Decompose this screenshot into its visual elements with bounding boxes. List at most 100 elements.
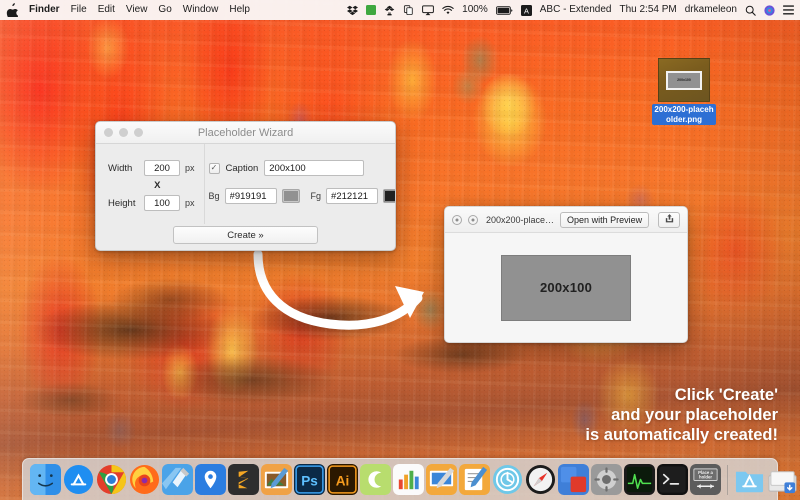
dock-item-terminal[interactable]	[657, 464, 688, 495]
menu-go[interactable]: Go	[158, 0, 171, 20]
preview-canvas: 200x100	[445, 233, 687, 342]
green-square-icon[interactable]	[366, 5, 377, 15]
dock-item-photoshop[interactable]: Ps	[294, 464, 325, 495]
wizard-title-bar[interactable]: Placeholder Wizard	[96, 122, 395, 144]
svg-text:Ps: Ps	[301, 473, 318, 488]
menu-edit[interactable]: Edit	[98, 0, 115, 20]
placeholder-wizard-window[interactable]: Placeholder Wizard Width px X Height px	[95, 121, 396, 251]
wizard-column-divider	[204, 144, 205, 224]
desktop-file-label: 200x200-placeholder.png	[652, 104, 716, 125]
wifi-icon[interactable]	[442, 5, 454, 16]
battery-percent-label: 100%	[462, 4, 488, 15]
height-unit-label: px	[185, 198, 195, 208]
height-input[interactable]	[144, 195, 180, 211]
share-button[interactable]	[658, 211, 680, 228]
width-input[interactable]	[144, 160, 180, 176]
dock-item-activity-monitor[interactable]	[624, 464, 655, 495]
width-label: Width	[108, 162, 133, 174]
apple-logo-icon[interactable]	[6, 3, 18, 17]
menu-bar-clock[interactable]: Thu 2:54 PM	[619, 0, 676, 20]
svg-text:Ai: Ai	[336, 473, 350, 488]
preview-close-icon[interactable]	[452, 214, 462, 225]
dock-item-pages[interactable]	[459, 464, 490, 495]
caption-input[interactable]	[264, 160, 365, 176]
svg-text:A: A	[524, 6, 529, 15]
image-preview-window[interactable]: 200x200-place… Open with Preview 200x100	[444, 206, 688, 343]
siri-icon[interactable]	[764, 4, 775, 16]
dock-item-place-a-holder[interactable]: Place a holder	[690, 464, 721, 495]
dock-item-maps[interactable]	[195, 464, 226, 495]
caption-checkbox[interactable]: ✓	[208, 162, 220, 174]
dock: Ps Ai Place a holder	[22, 458, 797, 500]
menu-bar-username[interactable]: drkameleon	[685, 0, 737, 20]
menu-bar-status-area: 100% A ABC - Extended Thu 2:54 PM drkame…	[347, 0, 794, 20]
generated-placeholder-image: 200x100	[501, 254, 631, 321]
dock-stack-applications-folder[interactable]	[734, 464, 765, 495]
promo-caption: Click 'Create' and your placeholder is a…	[585, 385, 778, 445]
wizard-footer: Create »	[96, 226, 395, 244]
copy-icon[interactable]	[403, 4, 414, 16]
menu-finder[interactable]: Finder	[29, 0, 60, 20]
dock-item-google-chrome[interactable]	[96, 464, 127, 495]
dropbox-icon[interactable]	[347, 5, 359, 16]
dock-item-finder[interactable]	[30, 464, 61, 495]
menu-window[interactable]: Window	[183, 0, 219, 20]
airplay-icon[interactable]	[422, 4, 435, 16]
dock-item-time-machine[interactable]	[492, 464, 523, 495]
preview-filename-label: 200x200-place…	[486, 214, 555, 225]
dock-item-cleanmymac[interactable]	[360, 464, 391, 495]
desktop-screen: Finder File Edit View Go Window Help 100…	[0, 0, 800, 500]
dock-separator	[727, 464, 728, 495]
menu-bar: Finder File Edit View Go Window Help 100…	[0, 0, 800, 20]
dock-item-keynote[interactable]	[426, 464, 457, 495]
dock-item-screen-sharing[interactable]	[558, 464, 589, 495]
wizard-window-title: Placeholder Wizard	[197, 126, 294, 139]
thumbnail-placeholder-image: 200x100	[666, 70, 702, 90]
input-source-label: ABC - Extended	[539, 4, 612, 15]
svg-text:holder: holder	[699, 475, 712, 480]
bg-color-swatch[interactable]	[281, 189, 300, 203]
bg-label: Bg	[208, 191, 220, 201]
dock-item-illustrator[interactable]: Ai	[327, 464, 358, 495]
dock-item-firefox[interactable]	[129, 464, 160, 495]
caption-row: ✓ Caption	[208, 160, 395, 176]
dock-item-sublime-text[interactable]	[228, 464, 259, 495]
open-with-preview-button[interactable]: Open with Preview	[560, 211, 650, 228]
desktop-file-thumbnail: 200x100	[658, 58, 710, 102]
battery-icon[interactable]	[495, 5, 513, 15]
dock-item-numbers[interactable]	[393, 464, 424, 495]
share-icon	[664, 212, 675, 227]
bg-hex-input[interactable]	[224, 188, 277, 204]
menu-file[interactable]: File	[71, 0, 87, 20]
height-label: Height	[108, 197, 136, 209]
color-row: Bg Fg	[208, 188, 395, 204]
notification-center-icon[interactable]	[783, 5, 794, 15]
width-field-row: Width px	[108, 160, 195, 176]
create-button[interactable]: Create »	[173, 226, 318, 244]
keyboard-input-icon[interactable]: A	[520, 4, 532, 16]
menu-help[interactable]: Help	[229, 0, 250, 20]
promo-line-3: is automatically created!	[585, 426, 778, 444]
desktop-file-icon[interactable]: 200x100 200x200-placeholder.png	[652, 58, 716, 127]
width-unit-label: px	[185, 163, 195, 173]
dimension-multiply-symbol: X	[154, 180, 161, 191]
dock-stack-downloads[interactable]	[767, 464, 798, 495]
dock-item-xcode[interactable]	[162, 464, 193, 495]
dock-item-safari[interactable]	[525, 464, 556, 495]
height-field-row: Height px	[108, 195, 195, 211]
caption-label: Caption	[225, 162, 259, 174]
menu-bar-left: Finder File Edit View Go Window Help	[6, 0, 250, 20]
fg-hex-input[interactable]	[326, 188, 379, 204]
dock-item-pixelmator[interactable]	[261, 464, 292, 495]
fg-color-swatch[interactable]	[383, 189, 395, 203]
preview-toolbar: 200x200-place… Open with Preview	[445, 207, 687, 233]
fg-label: Fg	[310, 191, 322, 201]
promo-line-2: and your placeholder	[611, 406, 778, 424]
promo-line-1: Click 'Create'	[674, 386, 778, 404]
dropbox-sync-icon[interactable]	[384, 5, 395, 16]
dock-item-app-store[interactable]	[63, 464, 94, 495]
spotlight-search-icon[interactable]	[745, 5, 756, 16]
preview-reveal-icon[interactable]	[468, 214, 478, 225]
menu-view[interactable]: View	[126, 0, 148, 20]
dock-item-system-preferences[interactable]	[591, 464, 622, 495]
